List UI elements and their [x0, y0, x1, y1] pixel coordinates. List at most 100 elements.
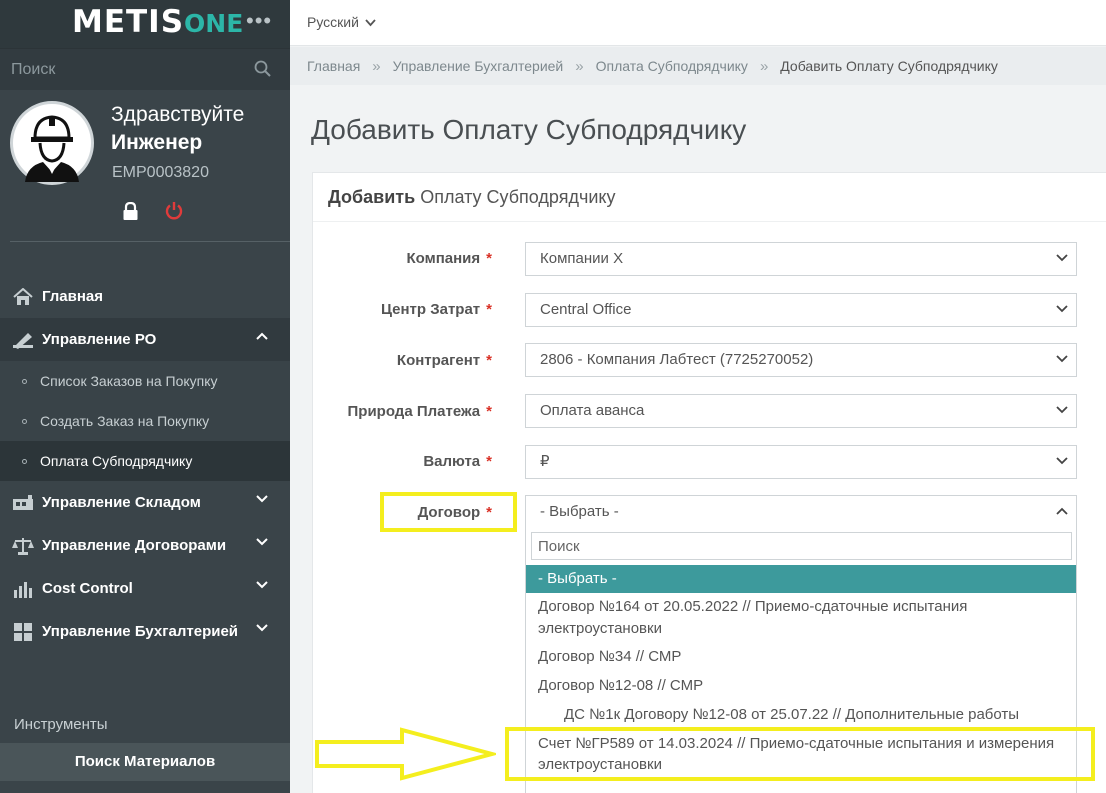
bullet-icon — [22, 418, 27, 424]
dropdown-option-contract-12-08[interactable]: Договор №12-08 // СМР — [526, 675, 1076, 697]
breadcrumb-subcontractor-payment[interactable]: Оплата Субподрядчику — [596, 58, 748, 74]
highlight-box-contract-label — [380, 492, 517, 532]
card-divider — [313, 221, 1106, 222]
employee-id: EMP0003820 — [112, 164, 209, 181]
sidebar-subitem-subcontractor-payment[interactable]: Оплата Субподрядчику — [0, 441, 290, 481]
breadcrumb-separator-icon: » — [575, 57, 584, 75]
language-label: Русский — [307, 14, 359, 30]
chevron-down-icon — [256, 495, 268, 503]
payment-nature-label: Природа Платежа * — [348, 403, 492, 420]
dropdown-option-contract-164[interactable]: Договор №164 от 20.05.2022 // Приемо-сда… — [526, 596, 1076, 618]
dropdown-option-contract-34[interactable]: Договор №34 // СМР — [526, 646, 1076, 668]
chevron-down-icon — [256, 624, 268, 632]
bar-chart-icon — [12, 579, 34, 599]
breadcrumb-current: Добавить Оплату Субподрядчику — [780, 58, 998, 74]
dropdown-option-contract-164-cont[interactable]: электроустановки — [526, 618, 1076, 640]
sidebar-item-label: Управление Складом — [42, 494, 201, 511]
chevron-down-icon — [1056, 406, 1068, 414]
breadcrumb-accounting[interactable]: Управление Бухгалтерией — [393, 58, 564, 74]
search-icon[interactable] — [254, 60, 272, 78]
currency-select[interactable]: ₽ — [525, 445, 1077, 479]
company-label: Компания * — [407, 250, 493, 267]
avatar — [10, 101, 94, 185]
chevron-down-icon — [256, 538, 268, 546]
sidebar-subitem-label: Оплата Субподрядчику — [40, 453, 193, 469]
form-card: Добавить Оплату Субподрядчику Компания * … — [312, 172, 1106, 793]
sidebar-item-label: Главная — [42, 288, 104, 305]
breadcrumb-separator-icon: » — [372, 57, 381, 75]
sidebar-subitem-po-list[interactable]: Список Заказов на Покупку — [0, 361, 290, 401]
required-mark: * — [486, 403, 492, 420]
engineer-avatar-icon — [25, 115, 79, 182]
card-title-bold: Добавить — [328, 187, 416, 207]
select-value: 2806 - Компания Лабтест (7725270052) — [540, 351, 814, 368]
arrow-right-icon — [315, 727, 496, 781]
sidebar-item-cost-control[interactable]: Cost Control — [0, 567, 290, 610]
label-text: Валюта — [423, 453, 481, 470]
bullet-icon — [22, 378, 27, 384]
sidebar-item-label: Управление Бухгалтерией — [42, 623, 239, 640]
sidebar-menu: Главная Управление РО Список Заказов на … — [0, 275, 290, 653]
highlight-box-invoice-option — [505, 727, 1095, 781]
required-mark: * — [486, 352, 492, 369]
calculator-icon — [12, 622, 34, 642]
topbar: Русский — [290, 0, 1106, 46]
scales-icon — [12, 536, 34, 556]
select-value: - Выбрать - — [540, 503, 619, 520]
counterparty-select[interactable]: 2806 - Компания Лабтест (7725270052) — [525, 343, 1077, 377]
sidebar-search-input[interactable] — [0, 49, 290, 91]
breadcrumb: Главная » Управление Бухгалтерией » Опла… — [290, 47, 1106, 85]
chevron-down-icon — [365, 19, 376, 27]
select-value: ₽ — [540, 453, 550, 470]
tools-section-title: Инструменты — [14, 716, 108, 733]
dropdown-option-select[interactable]: - Выбрать - — [526, 565, 1076, 593]
card-title: Добавить Оплату Субподрядчику — [328, 187, 615, 208]
page-title: Добавить Оплату Субподрядчику — [311, 114, 747, 145]
more-options-icon[interactable]: ••• — [246, 8, 272, 34]
warehouse-icon — [12, 493, 34, 513]
sidebar: METISONE ••• Здравствуйте Инженер EMP000… — [0, 0, 290, 793]
sidebar-subitem-po-create[interactable]: Создать Заказ на Покупку — [0, 401, 290, 441]
sidebar-item-home[interactable]: Главная — [0, 275, 290, 318]
dropdown-search-input[interactable] — [531, 532, 1072, 560]
sidebar-item-contracts[interactable]: Управление Договорами — [0, 524, 290, 567]
select-value: Компании X — [540, 250, 624, 267]
sidebar-item-label: Cost Control — [42, 580, 133, 597]
app-logo[interactable]: METISONE — [72, 4, 243, 40]
select-value: Оплата аванса — [540, 402, 645, 419]
power-icon[interactable] — [164, 201, 184, 221]
language-selector[interactable]: Русский — [307, 14, 376, 30]
sidebar-item-label: Управление РО — [42, 331, 157, 348]
sidebar-item-po[interactable]: Управление РО — [0, 318, 290, 361]
greeting-text: Здравствуйте — [111, 103, 245, 126]
cost-center-select[interactable]: Central Office — [525, 293, 1077, 327]
user-name: Инженер — [111, 131, 203, 154]
chevron-down-icon — [1056, 254, 1068, 262]
ruler-pencil-icon — [12, 330, 34, 350]
bullet-icon — [22, 458, 27, 464]
profile-divider — [10, 241, 290, 242]
breadcrumb-separator-icon: » — [759, 57, 769, 75]
sidebar-search — [0, 48, 290, 91]
label-text: Центр Затрат — [381, 301, 481, 318]
cost-center-label: Центр Затрат * — [381, 301, 492, 318]
sidebar-item-accounting[interactable]: Управление Бухгалтерией — [0, 610, 290, 653]
chevron-up-icon — [1056, 507, 1068, 515]
lock-icon[interactable] — [122, 202, 139, 221]
home-icon — [12, 287, 34, 307]
company-select[interactable]: Компании X — [525, 242, 1077, 276]
required-mark: * — [486, 453, 492, 470]
sidebar-item-label: Управление Договорами — [42, 537, 227, 554]
currency-label: Валюта * — [423, 453, 492, 470]
counterparty-label: Контрагент * — [397, 352, 492, 369]
logo-bar: METISONE ••• — [0, 0, 290, 48]
chevron-down-icon — [1056, 457, 1068, 465]
breadcrumb-home[interactable]: Главная — [307, 58, 360, 74]
dropdown-option-addendum-1k[interactable]: ДС №1к Договору №12-08 от 25.07.22 // До… — [526, 704, 1076, 726]
sidebar-item-warehouse[interactable]: Управление Складом — [0, 481, 290, 524]
label-text: Контрагент — [396, 352, 481, 369]
material-search-button[interactable]: Поиск Материалов — [0, 743, 290, 781]
payment-nature-select[interactable]: Оплата аванса — [525, 394, 1077, 428]
contract-select[interactable]: - Выбрать - — [525, 495, 1077, 529]
required-mark: * — [486, 301, 492, 318]
